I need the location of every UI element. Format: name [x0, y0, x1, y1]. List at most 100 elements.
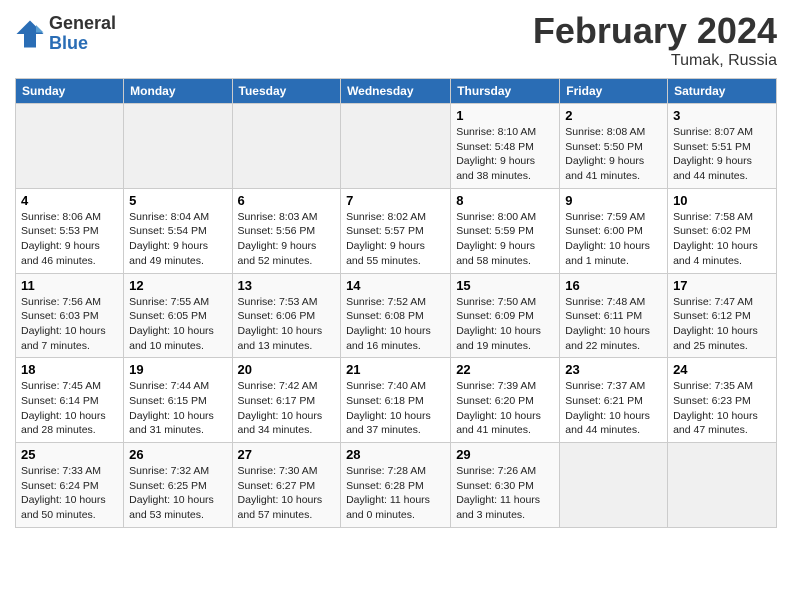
day-cell [16, 104, 124, 189]
day-cell: 21 Sunrise: 7:40 AMSunset: 6:18 PMDayligh… [341, 358, 451, 443]
day-cell: 14 Sunrise: 7:52 AMSunset: 6:08 PMDayligh… [341, 273, 451, 358]
header-saturday: Saturday [668, 79, 777, 104]
day-cell: 3 Sunrise: 8:07 AMSunset: 5:51 PMDaylight… [668, 104, 777, 189]
week-row-0: 1 Sunrise: 8:10 AMSunset: 5:48 PMDaylight… [16, 104, 777, 189]
day-cell: 4 Sunrise: 8:06 AMSunset: 5:53 PMDaylight… [16, 188, 124, 273]
day-number: 9 [565, 193, 662, 208]
day-number: 17 [673, 278, 771, 293]
day-content: Sunrise: 8:08 AMSunset: 5:50 PMDaylight:… [565, 125, 662, 184]
day-number: 6 [238, 193, 336, 208]
day-cell: 8 Sunrise: 8:00 AMSunset: 5:59 PMDaylight… [451, 188, 560, 273]
day-cell [668, 443, 777, 528]
day-content: Sunrise: 7:44 AMSunset: 6:15 PMDaylight:… [129, 379, 226, 438]
day-content: Sunrise: 7:26 AMSunset: 6:30 PMDaylight:… [456, 464, 554, 523]
header-wednesday: Wednesday [341, 79, 451, 104]
calendar-location: Tumak, Russia [533, 52, 777, 70]
day-number: 4 [21, 193, 118, 208]
day-content: Sunrise: 8:04 AMSunset: 5:54 PMDaylight:… [129, 210, 226, 269]
day-number: 15 [456, 278, 554, 293]
day-content: Sunrise: 7:53 AMSunset: 6:06 PMDaylight:… [238, 295, 336, 354]
day-cell: 11 Sunrise: 7:56 AMSunset: 6:03 PMDayligh… [16, 273, 124, 358]
day-number: 1 [456, 108, 554, 123]
logo-general-text: General [49, 14, 116, 34]
day-number: 21 [346, 362, 445, 377]
day-number: 24 [673, 362, 771, 377]
logo-icon [15, 19, 45, 49]
day-number: 13 [238, 278, 336, 293]
title-block: February 2024 Tumak, Russia [533, 10, 777, 70]
day-number: 11 [21, 278, 118, 293]
day-content: Sunrise: 7:39 AMSunset: 6:20 PMDaylight:… [456, 379, 554, 438]
day-cell [232, 104, 341, 189]
day-cell: 2 Sunrise: 8:08 AMSunset: 5:50 PMDaylight… [560, 104, 668, 189]
day-content: Sunrise: 8:03 AMSunset: 5:56 PMDaylight:… [238, 210, 336, 269]
day-cell: 15 Sunrise: 7:50 AMSunset: 6:09 PMDayligh… [451, 273, 560, 358]
header-sunday: Sunday [16, 79, 124, 104]
day-content: Sunrise: 7:32 AMSunset: 6:25 PMDaylight:… [129, 464, 226, 523]
day-cell: 24 Sunrise: 7:35 AMSunset: 6:23 PMDayligh… [668, 358, 777, 443]
day-cell [124, 104, 232, 189]
day-cell: 17Sunrise: 7:47 AMSunset: 6:12 PMDayligh… [668, 273, 777, 358]
day-number: 22 [456, 362, 554, 377]
day-content: Sunrise: 7:40 AMSunset: 6:18 PMDaylight:… [346, 379, 445, 438]
calendar-table: SundayMondayTuesdayWednesdayThursdayFrid… [15, 78, 777, 528]
day-cell: 5 Sunrise: 8:04 AMSunset: 5:54 PMDaylight… [124, 188, 232, 273]
day-content: Sunrise: 7:55 AMSunset: 6:05 PMDaylight:… [129, 295, 226, 354]
day-number: 5 [129, 193, 226, 208]
day-cell [341, 104, 451, 189]
day-cell: 22 Sunrise: 7:39 AMSunset: 6:20 PMDayligh… [451, 358, 560, 443]
day-content: Sunrise: 7:37 AMSunset: 6:21 PMDaylight:… [565, 379, 662, 438]
day-cell: 1 Sunrise: 8:10 AMSunset: 5:48 PMDaylight… [451, 104, 560, 189]
day-cell: 9 Sunrise: 7:59 AMSunset: 6:00 PMDaylight… [560, 188, 668, 273]
day-content: Sunrise: 7:33 AMSunset: 6:24 PMDaylight:… [21, 464, 118, 523]
day-content: Sunrise: 8:06 AMSunset: 5:53 PMDaylight:… [21, 210, 118, 269]
day-cell: 13 Sunrise: 7:53 AMSunset: 6:06 PMDayligh… [232, 273, 341, 358]
day-cell: 27Sunrise: 7:30 AMSunset: 6:27 PMDayligh… [232, 443, 341, 528]
logo-text: General Blue [49, 14, 116, 54]
day-number: 3 [673, 108, 771, 123]
week-row-1: 4 Sunrise: 8:06 AMSunset: 5:53 PMDaylight… [16, 188, 777, 273]
day-cell: 18Sunrise: 7:45 AMSunset: 6:14 PMDayligh… [16, 358, 124, 443]
day-number: 25 [21, 447, 118, 462]
day-cell: 23Sunrise: 7:37 AMSunset: 6:21 PMDayligh… [560, 358, 668, 443]
day-number: 19 [129, 362, 226, 377]
day-content: Sunrise: 7:42 AMSunset: 6:17 PMDaylight:… [238, 379, 336, 438]
day-cell: 12 Sunrise: 7:55 AMSunset: 6:05 PMDayligh… [124, 273, 232, 358]
day-content: Sunrise: 8:00 AMSunset: 5:59 PMDaylight:… [456, 210, 554, 269]
header-friday: Friday [560, 79, 668, 104]
day-cell: 26 Sunrise: 7:32 AMSunset: 6:25 PMDayligh… [124, 443, 232, 528]
day-cell: 7Sunrise: 8:02 AMSunset: 5:57 PMDaylight… [341, 188, 451, 273]
day-content: Sunrise: 8:10 AMSunset: 5:48 PMDaylight:… [456, 125, 554, 184]
day-cell: 6 Sunrise: 8:03 AMSunset: 5:56 PMDaylight… [232, 188, 341, 273]
day-content: Sunrise: 7:30 AMSunset: 6:27 PMDaylight:… [238, 464, 336, 523]
day-number: 20 [238, 362, 336, 377]
day-number: 26 [129, 447, 226, 462]
day-content: Sunrise: 7:28 AMSunset: 6:28 PMDaylight:… [346, 464, 445, 523]
week-row-2: 11 Sunrise: 7:56 AMSunset: 6:03 PMDayligh… [16, 273, 777, 358]
day-cell: 19 Sunrise: 7:44 AMSunset: 6:15 PMDayligh… [124, 358, 232, 443]
day-content: Sunrise: 7:56 AMSunset: 6:03 PMDaylight:… [21, 295, 118, 354]
logo-blue-text: Blue [49, 34, 116, 54]
day-cell: 16Sunrise: 7:48 AMSunset: 6:11 PMDayligh… [560, 273, 668, 358]
day-number: 2 [565, 108, 662, 123]
day-cell: 10 Sunrise: 7:58 AMSunset: 6:02 PMDayligh… [668, 188, 777, 273]
day-number: 8 [456, 193, 554, 208]
header-row: SundayMondayTuesdayWednesdayThursdayFrid… [16, 79, 777, 104]
day-number: 29 [456, 447, 554, 462]
week-row-3: 18Sunrise: 7:45 AMSunset: 6:14 PMDayligh… [16, 358, 777, 443]
day-number: 14 [346, 278, 445, 293]
day-cell: 20 Sunrise: 7:42 AMSunset: 6:17 PMDayligh… [232, 358, 341, 443]
day-content: Sunrise: 8:07 AMSunset: 5:51 PMDaylight:… [673, 125, 771, 184]
day-number: 16 [565, 278, 662, 293]
day-number: 10 [673, 193, 771, 208]
header-thursday: Thursday [451, 79, 560, 104]
day-cell: 25 Sunrise: 7:33 AMSunset: 6:24 PMDayligh… [16, 443, 124, 528]
day-content: Sunrise: 7:50 AMSunset: 6:09 PMDaylight:… [456, 295, 554, 354]
calendar-title: February 2024 [533, 10, 777, 52]
day-content: Sunrise: 7:59 AMSunset: 6:00 PMDaylight:… [565, 210, 662, 269]
header-monday: Monday [124, 79, 232, 104]
day-content: Sunrise: 7:52 AMSunset: 6:08 PMDaylight:… [346, 295, 445, 354]
day-number: 12 [129, 278, 226, 293]
day-content: Sunrise: 7:35 AMSunset: 6:23 PMDaylight:… [673, 379, 771, 438]
day-content: Sunrise: 7:58 AMSunset: 6:02 PMDaylight:… [673, 210, 771, 269]
